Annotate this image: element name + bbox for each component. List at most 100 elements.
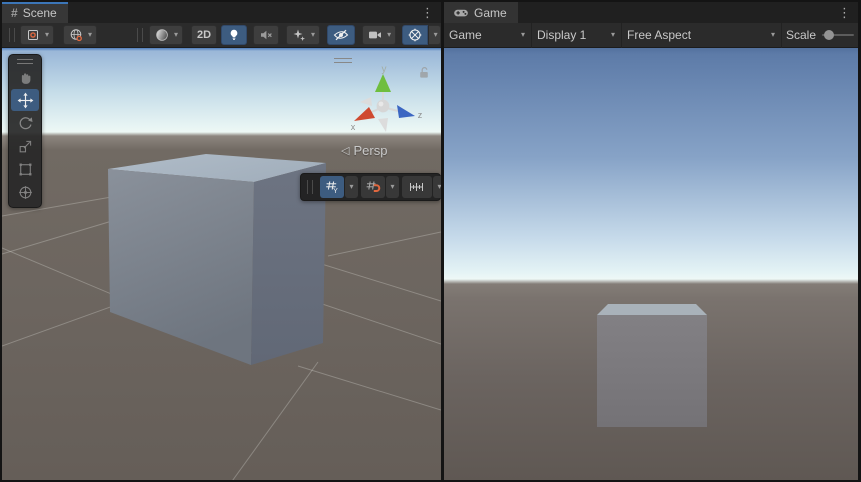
tools-overlay bbox=[8, 54, 42, 208]
overlay-drag-handle[interactable] bbox=[17, 59, 33, 64]
scene-panel-menu-button[interactable]: ⋮ bbox=[414, 2, 441, 23]
scale-slider[interactable] bbox=[822, 30, 854, 40]
scene-effects-button[interactable]: ▾ bbox=[286, 25, 320, 45]
rotate-tool[interactable] bbox=[11, 112, 39, 134]
dropdown-arrow-icon: ▾ bbox=[434, 31, 438, 39]
overlay-drag-handle[interactable] bbox=[307, 180, 313, 194]
transform-tool[interactable] bbox=[11, 181, 39, 203]
2d-toggle-button[interactable]: 2D bbox=[191, 25, 217, 45]
grid-y-icon: Y bbox=[324, 179, 340, 195]
camera-icon bbox=[367, 27, 383, 43]
dropdown-arrow-icon: ▾ bbox=[174, 31, 178, 39]
dropdown-arrow-icon: ▾ bbox=[311, 31, 315, 39]
audio-toggle-button[interactable] bbox=[253, 25, 279, 45]
game-panel-menu-button[interactable]: ⋮ bbox=[831, 2, 858, 23]
tab-scene[interactable]: # Scene bbox=[2, 2, 68, 23]
gizmo-z-label: z bbox=[418, 110, 423, 120]
aspect-popup-label: Free Aspect bbox=[627, 28, 691, 42]
shaded-sphere-icon bbox=[154, 27, 170, 43]
transform-icon bbox=[17, 184, 34, 201]
focused-tab-accent bbox=[2, 2, 68, 4]
globe-icon bbox=[68, 27, 84, 43]
scale-control: Scale bbox=[786, 28, 858, 42]
gizmo-x-label: x bbox=[351, 122, 356, 132]
display-popup[interactable]: Display 1 ▾ bbox=[532, 23, 622, 48]
game-tabbar: Game ⋮ bbox=[444, 2, 858, 23]
aspect-ratio-popup[interactable]: Free Aspect ▾ bbox=[622, 23, 782, 48]
move-icon bbox=[17, 92, 34, 109]
scene-viewport[interactable]: y x z ◁ Persp Y ▾ bbox=[2, 48, 441, 480]
dropdown-arrow-icon: ▾ bbox=[771, 31, 775, 39]
dropdown-arrow-icon: ▾ bbox=[437, 183, 441, 191]
scale-icon bbox=[17, 138, 34, 155]
grid-visibility-dropdown[interactable]: ▾ bbox=[345, 176, 358, 198]
toolbar-drag-handle[interactable] bbox=[9, 28, 15, 42]
unity-editor-window: # Scene ⋮ ▾ ▾ bbox=[0, 0, 861, 482]
gizmo-axis-white-down[interactable] bbox=[378, 118, 388, 132]
scene-camera-settings-button[interactable]: ▾ bbox=[362, 25, 396, 45]
gizmo-axis-z[interactable] bbox=[397, 105, 415, 118]
scene-visibility-toggle[interactable] bbox=[327, 25, 355, 45]
snap-increment-dropdown[interactable]: ▾ bbox=[433, 176, 441, 198]
gizmo-axis-y[interactable] bbox=[375, 74, 391, 92]
lightbulb-icon bbox=[226, 27, 242, 43]
dropdown-arrow-icon: ▾ bbox=[611, 31, 615, 39]
component-tools-dropdown[interactable]: ▾ bbox=[428, 25, 441, 45]
scene-toolbar: ▾ ▾ ▾ 2D bbox=[2, 23, 441, 48]
rect-tool[interactable] bbox=[11, 158, 39, 180]
scale-tool[interactable] bbox=[11, 135, 39, 157]
tab-game[interactable]: Game bbox=[444, 2, 518, 23]
eye-slash-icon bbox=[332, 27, 350, 43]
display-popup-label: Display 1 bbox=[537, 28, 586, 42]
dropdown-arrow-icon: ▾ bbox=[45, 31, 49, 39]
scene-cube[interactable] bbox=[108, 154, 326, 365]
component-tools-button[interactable] bbox=[402, 25, 428, 45]
orientation-global-button[interactable]: ▾ bbox=[63, 25, 97, 45]
game-panel: Game ⋮ Game ▾ Display 1 ▾ Free Aspect ▾ … bbox=[444, 2, 858, 480]
scene-lighting-toggle[interactable] bbox=[221, 25, 247, 45]
grid-snap-overlay: Y ▾ ▾ ▾ bbox=[300, 173, 441, 201]
effects-star-icon bbox=[291, 27, 307, 43]
grid-snapping-button[interactable] bbox=[361, 176, 385, 198]
pivot-icon bbox=[25, 27, 41, 43]
orientation-gizmo[interactable]: y x z bbox=[340, 62, 426, 148]
scene-panel: # Scene ⋮ ▾ ▾ bbox=[2, 2, 441, 480]
view-hand-tool[interactable] bbox=[11, 66, 39, 88]
snap-increment-button[interactable] bbox=[402, 176, 432, 198]
game-toolbar: Game ▾ Display 1 ▾ Free Aspect ▾ Scale bbox=[444, 23, 858, 48]
game-popup-label: Game bbox=[449, 28, 482, 42]
scene-grid-icon: # bbox=[11, 6, 18, 20]
projection-toggle[interactable]: ◁ Persp bbox=[341, 143, 387, 158]
game-mode-popup[interactable]: Game ▾ bbox=[444, 23, 532, 48]
grid-visibility-button[interactable]: Y bbox=[320, 176, 344, 198]
scale-slider-knob[interactable] bbox=[824, 30, 834, 40]
gizmo-center[interactable] bbox=[377, 100, 390, 113]
speaker-muted-icon bbox=[258, 27, 274, 43]
gizmo-axis-x[interactable] bbox=[354, 107, 375, 121]
grid-snapping-dropdown[interactable]: ▾ bbox=[386, 176, 399, 198]
draw-mode-button[interactable]: ▾ bbox=[149, 25, 183, 45]
game-cube-front-face bbox=[597, 315, 707, 427]
gizmo-axis-white-left[interactable] bbox=[360, 97, 372, 106]
scene-tabbar: # Scene ⋮ bbox=[2, 2, 441, 23]
gizmo-sphere-icon bbox=[407, 27, 423, 43]
rotation-lock-icon[interactable] bbox=[416, 65, 432, 81]
rect-icon bbox=[17, 161, 34, 178]
grid-magnet-icon bbox=[365, 179, 381, 195]
persp-arrow-icon: ◁ bbox=[341, 144, 349, 157]
toolbar-drag-handle[interactable] bbox=[137, 28, 143, 42]
hand-icon bbox=[17, 69, 34, 86]
gizmo-y-label: y bbox=[382, 64, 387, 75]
projection-label: Persp bbox=[353, 143, 387, 158]
move-tool[interactable] bbox=[11, 89, 39, 111]
scale-label: Scale bbox=[786, 28, 816, 42]
game-tab-label: Game bbox=[474, 6, 507, 20]
dropdown-arrow-icon: ▾ bbox=[390, 183, 394, 191]
dropdown-arrow-icon: ▾ bbox=[521, 31, 525, 39]
scene-tab-label: Scene bbox=[23, 6, 57, 20]
snap-increment-icon bbox=[408, 179, 426, 195]
game-viewport[interactable] bbox=[444, 48, 858, 480]
2d-label: 2D bbox=[197, 29, 211, 41]
tool-settings-button[interactable]: ▾ bbox=[20, 25, 54, 45]
dropdown-arrow-icon: ▾ bbox=[387, 31, 391, 39]
